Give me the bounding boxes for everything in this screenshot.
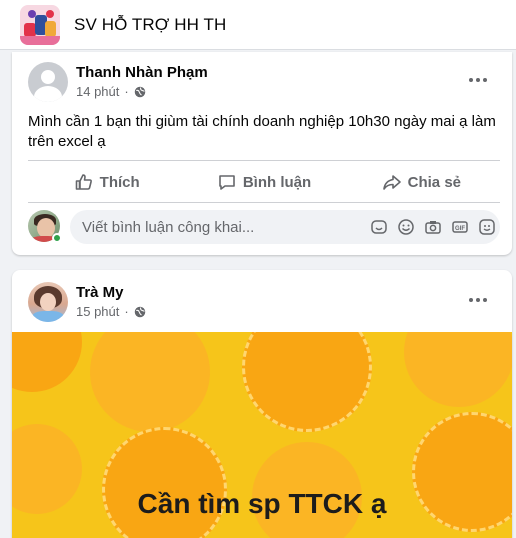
comment-input[interactable]: Viết bình luận công khai... GIF (70, 210, 500, 244)
author-avatar[interactable] (28, 282, 68, 322)
post-meta: 14 phút · (76, 84, 146, 99)
avatar-sticker-icon[interactable] (478, 218, 496, 236)
lemon-slice (12, 332, 82, 392)
author-avatar[interactable] (28, 62, 68, 102)
comment-icon (219, 175, 235, 190)
author-name[interactable]: Thanh Nhàn Phạm (76, 64, 208, 81)
gif-icon[interactable]: GIF (451, 218, 469, 236)
comment-placeholder: Viết bình luận công khai... (82, 218, 255, 236)
camera-icon[interactable] (424, 218, 442, 236)
group-avatar[interactable] (20, 4, 60, 45)
lemon-slice (102, 427, 227, 538)
comment-label: Bình luận (242, 173, 312, 191)
globe-icon (134, 306, 145, 317)
like-label: Thích (99, 173, 140, 191)
image-caption: Cần tìm sp TTCK ạ (137, 488, 387, 519)
comment-button[interactable]: Bình luận (185, 165, 342, 199)
group-name[interactable]: SV HỖ TRỢ HH TH (74, 15, 226, 35)
more-options-icon[interactable] (460, 282, 496, 318)
divider (28, 160, 500, 161)
divider (28, 202, 500, 203)
post-image[interactable]: Cần tìm sp TTCK ạ (12, 332, 512, 538)
emoji-icon[interactable] (397, 218, 415, 236)
post-card: Thanh Nhàn Phạm 14 phút · Mình cần 1 bạn… (12, 52, 512, 255)
lemon-slice (404, 332, 512, 407)
like-button[interactable]: Thích (28, 165, 185, 199)
sticker-icon[interactable] (370, 218, 388, 236)
group-header: SV HỖ TRỢ HH TH (0, 0, 516, 50)
lemon-slice (242, 332, 372, 432)
post-card: Trà My 15 phút · Cần tìm sp TTCK ạ (12, 270, 512, 538)
post-time[interactable]: 14 phút (76, 84, 119, 99)
like-icon (75, 174, 92, 190)
post-actions: Thích Bình luận Chia sẻ (28, 165, 500, 199)
share-icon (382, 175, 401, 190)
online-status-indicator (52, 233, 62, 243)
lemon-slice (90, 332, 210, 432)
comment-tools: GIF (370, 210, 496, 244)
comment-composer: Viết bình luận công khai... GIF (28, 210, 500, 244)
post-meta: 15 phút · (76, 304, 146, 319)
post-text: Mình cần 1 bạn thi giùm tài chính doanh … (28, 113, 496, 150)
share-label: Chia sẻ (407, 173, 461, 191)
svg-text:GIF: GIF (455, 226, 465, 232)
author-name[interactable]: Trà My (76, 284, 124, 301)
globe-icon (134, 86, 145, 97)
post-time[interactable]: 15 phút (76, 304, 119, 319)
more-options-icon[interactable] (460, 62, 496, 98)
share-button[interactable]: Chia sẻ (343, 165, 500, 199)
